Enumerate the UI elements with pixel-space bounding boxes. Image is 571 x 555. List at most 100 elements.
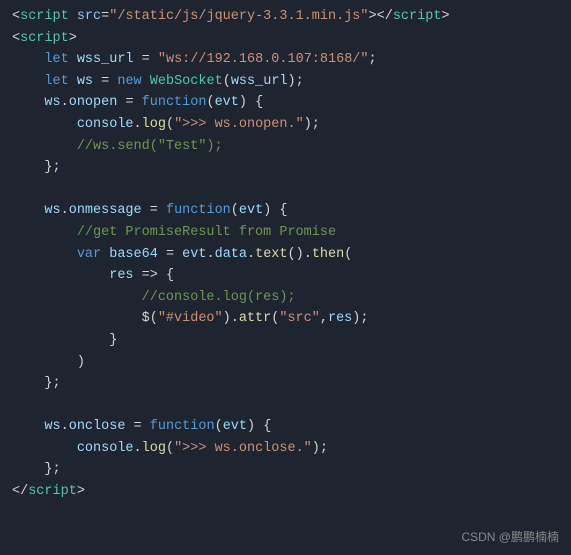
code-token: ); (304, 114, 320, 136)
code-token: > (369, 6, 377, 28)
code-token: ). (223, 308, 239, 330)
code-token: "#video" (158, 308, 223, 330)
code-token: ( (271, 308, 279, 330)
code-token (12, 92, 44, 114)
code-token: function (166, 200, 231, 222)
code-token (174, 244, 182, 266)
code-token: wss_url (231, 71, 288, 93)
code-line (0, 395, 571, 417)
code-token: evt (215, 92, 239, 114)
code-token: src (77, 6, 101, 28)
code-token: wss_url (77, 49, 134, 71)
code-token: . (61, 416, 69, 438)
code-token: </ (12, 481, 28, 503)
code-token (12, 308, 142, 330)
code-token (142, 71, 150, 93)
code-token (247, 92, 255, 114)
code-token (93, 71, 101, 93)
code-token (12, 352, 77, 374)
code-token: script (20, 28, 69, 50)
code-token (69, 6, 77, 28)
code-token: script (20, 6, 69, 28)
code-token: ws (44, 92, 60, 114)
code-token: function (142, 92, 207, 114)
code-token: </ (377, 6, 393, 28)
code-token (142, 200, 150, 222)
code-token (12, 114, 77, 136)
code-token: onopen (69, 92, 118, 114)
code-token (158, 200, 166, 222)
code-token: ( (206, 92, 214, 114)
code-token: }; (44, 459, 60, 481)
code-token: let (44, 49, 68, 71)
code-token: ( (166, 438, 174, 460)
code-token: var (77, 244, 101, 266)
code-block: <script src="/static/js/jquery-3.3.1.min… (0, 0, 571, 555)
code-line: <script> (0, 28, 571, 50)
code-token: evt (223, 416, 247, 438)
code-line: $("#video").attr("src",res); (0, 308, 571, 330)
code-token (12, 200, 44, 222)
code-line: }; (0, 157, 571, 179)
code-token: onmessage (69, 200, 142, 222)
code-token (69, 49, 77, 71)
code-token (158, 265, 166, 287)
code-token: ) (239, 92, 247, 114)
code-line: }; (0, 459, 571, 481)
code-line: ws.onmessage = function(evt) { (0, 200, 571, 222)
code-token (12, 438, 77, 460)
code-token: res (109, 265, 133, 287)
code-line: //ws.send("Test"); (0, 136, 571, 158)
code-token: , (320, 308, 328, 330)
code-line: ws.onopen = function(evt) { (0, 92, 571, 114)
code-token: "/static/js/jquery-3.3.1.min.js" (109, 6, 368, 28)
code-token (12, 136, 77, 158)
code-token: = (101, 6, 109, 28)
code-token: ( (223, 71, 231, 93)
code-token: }; (44, 157, 60, 179)
code-token: < (12, 28, 20, 50)
code-token: ws (44, 200, 60, 222)
code-token: (). (288, 244, 312, 266)
code-token (134, 265, 142, 287)
code-token (12, 222, 77, 244)
code-token: }; (44, 373, 60, 395)
code-token: script (393, 6, 442, 28)
code-line: <script src="/static/js/jquery-3.3.1.min… (0, 6, 571, 28)
code-token: ) (247, 416, 255, 438)
code-token (142, 416, 150, 438)
code-token: script (28, 481, 77, 503)
code-token: > (441, 6, 449, 28)
code-token: res (328, 308, 352, 330)
code-token (134, 49, 142, 71)
code-token (12, 157, 44, 179)
code-token: evt (182, 244, 206, 266)
code-token: onclose (69, 416, 126, 438)
code-token (12, 373, 44, 395)
code-token: new (117, 71, 141, 93)
code-token: . (134, 438, 142, 460)
code-token: log (142, 114, 166, 136)
code-token (150, 49, 158, 71)
code-token (134, 92, 142, 114)
code-line: } (0, 330, 571, 352)
code-line: let wss_url = "ws://192.168.0.107:8168/"… (0, 49, 571, 71)
code-token: console (77, 114, 134, 136)
code-token: "ws://192.168.0.107:8168/" (158, 49, 369, 71)
code-line: }; (0, 373, 571, 395)
code-token (12, 71, 44, 93)
code-token: function (150, 416, 215, 438)
watermark: CSDN @鹏鹏楠楠 (461, 528, 559, 547)
code-token (271, 200, 279, 222)
code-token: { (279, 200, 287, 222)
code-line: console.log(">>> ws.onopen."); (0, 114, 571, 136)
code-token: log (142, 438, 166, 460)
code-token (109, 71, 117, 93)
code-token: . (61, 92, 69, 114)
code-token: text (255, 244, 287, 266)
code-token: ; (369, 49, 377, 71)
code-token: //get PromiseResult from Promise (77, 222, 336, 244)
code-token: ws (44, 416, 60, 438)
code-token: { (263, 416, 271, 438)
code-token (125, 416, 133, 438)
